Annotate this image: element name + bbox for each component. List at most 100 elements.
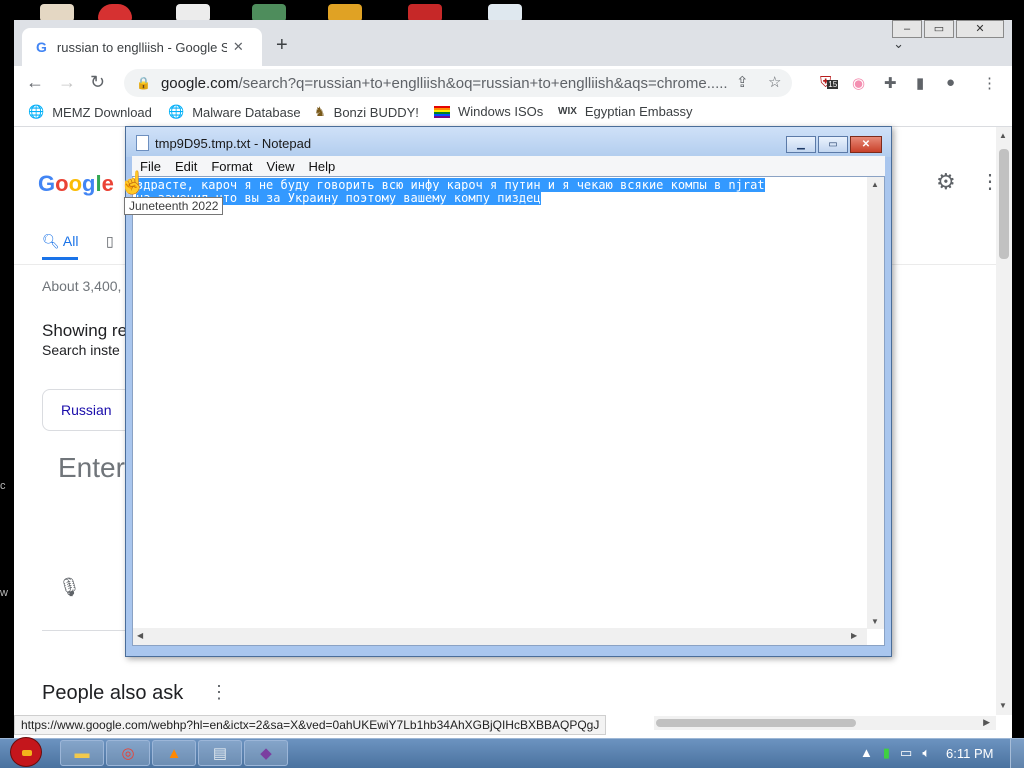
status-bar-url: https://www.google.com/webhp?hl=en&ictx=… (14, 715, 607, 735)
new-tab-button[interactable]: + (276, 34, 288, 57)
taskbar-explorer-button[interactable]: ▬ (60, 740, 104, 766)
notepad-horizontal-scrollbar[interactable]: ◀ ▶ (133, 628, 867, 645)
logo-letter: g (82, 171, 96, 196)
scroll-right-arrow-icon[interactable]: ▶ (983, 717, 990, 728)
microphone-icon[interactable]: 🎙︎ (58, 577, 81, 598)
logo-letter: o (68, 171, 83, 196)
bookmark-memz-download[interactable]: 🌐 MEMZ Download (28, 104, 152, 120)
bookmarks-bar: 🌐 MEMZ Download 🌐 Malware Database ♞ Bonzi … (14, 100, 1012, 127)
taskbar-chrome-button[interactable]: ◎ (106, 740, 150, 766)
window-controls: – ▭ ✕ (890, 20, 1004, 38)
maximize-button[interactable]: ▭ (924, 20, 954, 38)
tab-all[interactable]: 🔍︎ All (42, 233, 79, 260)
more-options-icon[interactable]: ⋮ (210, 682, 228, 703)
notepad-text-area[interactable]: здрасте, кароч я не буду говорить всю ин… (132, 176, 885, 646)
showing-results-for: Showing re (42, 321, 128, 340)
lock-icon[interactable]: 🔒 (136, 76, 151, 90)
address-bar[interactable]: 🔒 google.com/search?q=russian+to+engllii… (124, 69, 792, 97)
settings-gear-icon[interactable]: ⚙ (936, 169, 956, 195)
browser-toolbar: ← → ↻ 🔒 google.com/search?q=russian+to+e… (14, 66, 1012, 100)
chrome-menu-icon[interactable]: ⋮ (982, 74, 997, 92)
address-url[interactable]: google.com/search?q=russian+to+englliish… (161, 75, 731, 92)
search-instead-for[interactable]: Search inste (42, 342, 120, 358)
result-stats: About 3,400, (42, 278, 122, 294)
taskbar-clock[interactable]: 6:11 PM (946, 746, 993, 761)
active-tab-underline (42, 257, 78, 260)
bookmark-egyptian-embassy[interactable]: WIX Egyptian Embassy (558, 104, 693, 119)
browser-tab[interactable]: G russian to englliish - Google Se ✕ (22, 28, 262, 66)
bookmark-bonzi-buddy[interactable]: ♞ Bonzi BUDDY! (314, 104, 419, 120)
bookmark-label: Egyptian Embassy (584, 104, 693, 119)
tab-books-icon[interactable]: ▯ (106, 233, 114, 250)
tab-strip: G russian to englliish - Google Se ✕ + ⌄… (14, 20, 1012, 66)
scroll-down-arrow-icon[interactable]: ▼ (871, 617, 879, 626)
scroll-down-arrow-icon[interactable]: ▼ (999, 701, 1007, 710)
start-button[interactable] (4, 733, 48, 768)
bookmark-label: MEMZ Download (52, 104, 152, 120)
reload-icon[interactable]: ↻ (90, 72, 105, 93)
menu-view[interactable]: View (267, 159, 295, 174)
bird-beak (22, 750, 32, 756)
gorilla-icon: ♞ (314, 104, 326, 119)
logo-letter: G (38, 171, 56, 196)
taskbar-vlc-button[interactable]: ▲ (152, 740, 196, 766)
share-icon[interactable]: ⇪ (736, 73, 749, 91)
extension-shield-icon[interactable]: ⛨15 (820, 74, 839, 91)
menu-help[interactable]: Help (308, 159, 335, 174)
bookmark-windows-isos[interactable]: Windows ISOs (434, 104, 543, 119)
desktop-label-fragment: w (0, 587, 8, 599)
network-icon[interactable]: ▭ (900, 745, 912, 761)
scrollbar-thumb[interactable] (999, 149, 1009, 259)
notepad-vertical-scrollbar[interactable]: ▲ ▼ (867, 177, 884, 629)
tray-expand-icon[interactable]: ▲ (860, 745, 873, 761)
system-tray: ▲ ▮ ▭ 🔈︎ (860, 745, 930, 761)
notepad-title-bar[interactable]: tmp9D95.tmp.txt - Notepad ▁ ▭ ✕ (126, 127, 891, 157)
show-desktop-button[interactable] (1010, 739, 1024, 768)
globe-icon: 🌐 (28, 104, 45, 119)
tab-all-label: All (62, 233, 79, 249)
taskbar-notepad-button[interactable]: ▤ (198, 740, 242, 766)
notepad-menu-bar: File Edit Format View Help (132, 156, 885, 176)
page-horizontal-scrollbar[interactable]: ▶ (654, 716, 996, 730)
back-icon[interactable]: ← (26, 72, 44, 93)
extension-flag-icon[interactable]: ◉ (852, 74, 865, 92)
scroll-up-arrow-icon[interactable]: ▲ (871, 180, 879, 189)
scroll-up-arrow-icon[interactable]: ▲ (999, 131, 1007, 140)
tab-close-icon[interactable]: ✕ (233, 39, 244, 55)
search-icon: 🔍︎ (42, 233, 60, 249)
globe-icon: 🌐 (168, 104, 185, 119)
extensions-puzzle-icon[interactable]: ✚ (884, 74, 897, 92)
notepad-close-button[interactable]: ✕ (850, 136, 882, 153)
notepad-maximize-button[interactable]: ▭ (818, 136, 848, 153)
close-button[interactable]: ✕ (956, 20, 1004, 38)
page-vertical-scrollbar[interactable]: ▲ ▼ (996, 127, 1012, 715)
menu-format[interactable]: Format (211, 159, 252, 174)
menu-edit[interactable]: Edit (175, 159, 197, 174)
taskbar-bonzi-button[interactable]: ◆ (244, 740, 288, 766)
google-favicon-icon: G (36, 39, 47, 55)
logo-letter: o (55, 171, 69, 196)
apps-menu-icon[interactable]: ⋮ (980, 169, 996, 194)
scroll-left-arrow-icon[interactable]: ◀ (137, 631, 143, 640)
volume-icon[interactable]: 🔈︎ (922, 745, 930, 761)
translate-language-label: Russian (61, 402, 112, 418)
battery-icon[interactable]: ▮ (883, 745, 890, 761)
scrollbar-thumb[interactable] (656, 719, 856, 727)
scroll-right-arrow-icon[interactable]: ▶ (851, 631, 857, 640)
tab-search-chevron-icon[interactable]: ⌄ (893, 36, 904, 52)
minimize-button[interactable]: – (892, 20, 922, 38)
bookmark-star-icon[interactable]: ☆ (768, 73, 781, 91)
side-panel-icon[interactable]: ▮ (916, 74, 924, 92)
bookmark-label: Malware Database (192, 104, 301, 120)
notepad-icon (136, 135, 149, 151)
bookmark-malware-database[interactable]: 🌐 Malware Database (168, 104, 301, 120)
notepad-selected-text[interactable]: здрасте, кароч я не буду говорить всю ин… (136, 178, 836, 205)
google-doodle-logo[interactable]: Google (38, 171, 114, 197)
tab-title: russian to englliish - Google Se (56, 39, 227, 55)
notepad-minimize-button[interactable]: ▁ (786, 136, 816, 153)
notepad-title: tmp9D95.tmp.txt - Notepad (155, 136, 312, 151)
bookmark-label: Windows ISOs (458, 104, 544, 119)
forward-icon[interactable]: → (58, 72, 76, 93)
translate-input[interactable]: Enter (58, 452, 125, 484)
profile-avatar-icon[interactable]: ● (946, 74, 955, 91)
